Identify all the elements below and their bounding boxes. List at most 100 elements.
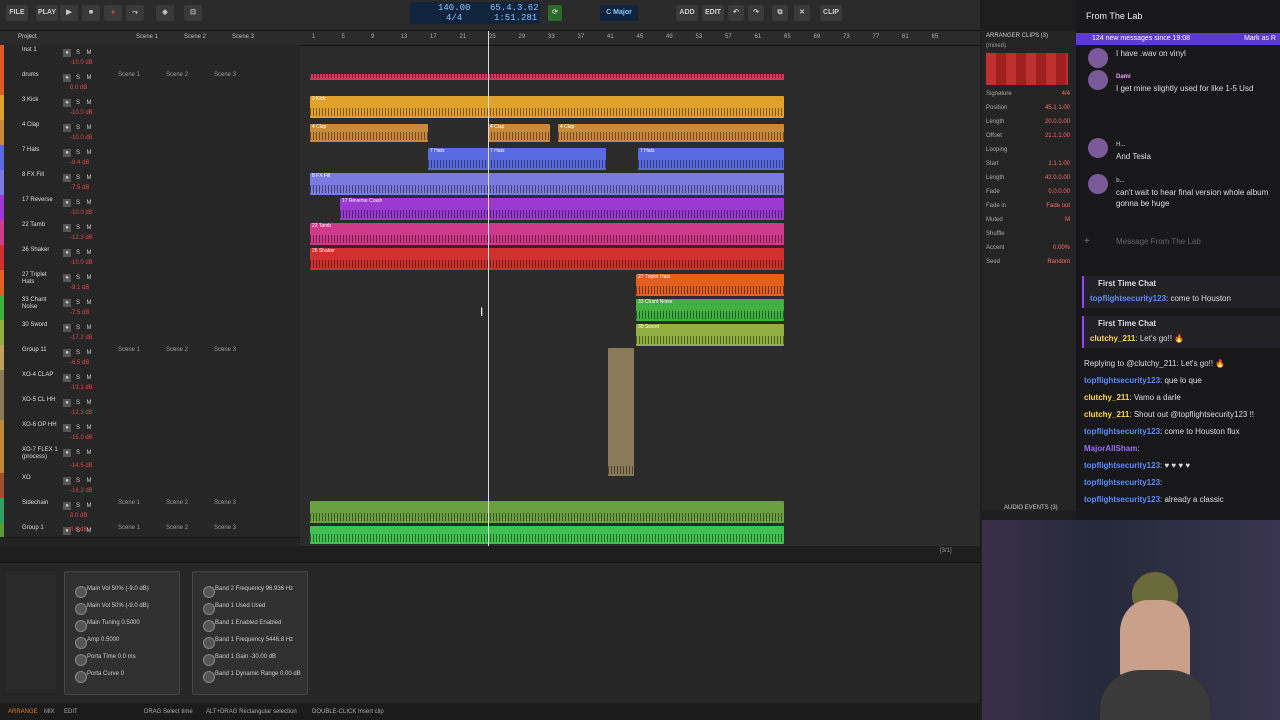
- mute-button[interactable]: ●: [63, 149, 71, 157]
- color-palette[interactable]: [986, 53, 1068, 85]
- pro-q-device[interactable]: Band 2 Frequency 96.936 Hz Band 1 Used Us…: [192, 571, 308, 695]
- knob-icon[interactable]: [75, 671, 87, 683]
- edit-tab[interactable]: EDIT: [64, 709, 78, 715]
- stop-button[interactable]: ■: [82, 5, 100, 21]
- track-row[interactable]: Sidechain ● S M 0.0 dB Scene 1 Scene 2 Scene…: [0, 498, 300, 524]
- track-volume[interactable]: -7.5 dB: [70, 310, 89, 316]
- solo-button[interactable]: S: [74, 99, 82, 107]
- inspector-row[interactable]: Fade 0.0.0.00: [986, 189, 1072, 195]
- knob-icon[interactable]: [203, 620, 215, 632]
- arm-button[interactable]: M: [85, 99, 93, 107]
- device-parameter[interactable]: Band 1 Gain -30.00 dB: [203, 654, 303, 668]
- track-name[interactable]: 33 Chant Noise: [22, 297, 58, 311]
- tempo-value[interactable]: 140.00: [438, 3, 470, 13]
- scene-slot-3[interactable]: Scene 3: [214, 500, 262, 506]
- track-volume[interactable]: -16.2 dB: [70, 488, 93, 494]
- track-row[interactable]: 26 Shaker ● S M -10.0 dB: [0, 245, 300, 271]
- scene-slot-1[interactable]: Scene 1: [118, 347, 166, 353]
- arm-button[interactable]: M: [85, 49, 93, 57]
- inspector-row[interactable]: Signature 4/4: [986, 91, 1072, 97]
- inspector-row[interactable]: Looping: [986, 147, 1072, 153]
- solo-button[interactable]: S: [74, 299, 82, 307]
- automation-icon[interactable]: ⤳: [126, 5, 144, 21]
- arm-button[interactable]: M: [85, 449, 93, 457]
- track-row[interactable]: 17 Reverse ● S M -10.0 dB: [0, 195, 300, 221]
- mute-button[interactable]: ●: [63, 424, 71, 432]
- knob-icon[interactable]: [75, 620, 87, 632]
- mute-button[interactable]: ●: [63, 49, 71, 57]
- mute-button[interactable]: ●: [63, 299, 71, 307]
- arm-button[interactable]: M: [85, 199, 93, 207]
- plus-icon[interactable]: +: [1084, 236, 1090, 247]
- transport-display[interactable]: 140.00 4/4 65.4.3.62 1:51.281: [410, 2, 540, 24]
- inspector-row[interactable]: Position 45.1.1.00: [986, 105, 1072, 111]
- solo-button[interactable]: S: [74, 49, 82, 57]
- track-name[interactable]: 4 Clap: [22, 122, 58, 129]
- mute-button[interactable]: ●: [63, 502, 71, 510]
- inspector-row[interactable]: Shuffle: [986, 231, 1072, 237]
- arm-button[interactable]: M: [85, 274, 93, 282]
- knob-icon[interactable]: [75, 603, 87, 615]
- track-name[interactable]: Inst 1: [22, 47, 58, 54]
- arm-button[interactable]: M: [85, 74, 93, 82]
- inspector-row[interactable]: Offset 21.1.1.00: [986, 133, 1072, 139]
- overdub-icon[interactable]: ⊡: [184, 5, 202, 21]
- knob-icon[interactable]: [203, 637, 215, 649]
- mute-button[interactable]: ●: [63, 374, 71, 382]
- scene-slot-2[interactable]: Scene 2: [166, 500, 214, 506]
- knob-icon[interactable]: [203, 603, 215, 615]
- track-name[interactable]: Sidechain: [22, 500, 58, 507]
- clip[interactable]: [310, 501, 784, 523]
- arm-button[interactable]: M: [85, 224, 93, 232]
- track-name[interactable]: XO-7 FLEX 1 (process): [22, 447, 58, 461]
- arm-button[interactable]: M: [85, 349, 93, 357]
- clip[interactable]: [608, 348, 634, 476]
- mute-button[interactable]: ●: [63, 74, 71, 82]
- mute-button[interactable]: ●: [63, 224, 71, 232]
- arm-button[interactable]: M: [85, 424, 93, 432]
- track-row[interactable]: 30 Sword ● S M -17.2 dB: [0, 320, 300, 346]
- mute-button[interactable]: ●: [63, 349, 71, 357]
- track-volume[interactable]: -13.1 dB: [70, 385, 93, 391]
- inspector-row[interactable]: Muted M: [986, 217, 1072, 223]
- track-volume[interactable]: -14.5 dB: [70, 463, 93, 469]
- device-parameter[interactable]: Amp 0.5000: [75, 637, 175, 651]
- clip[interactable]: 22 Tamb: [310, 223, 784, 245]
- mute-button[interactable]: ●: [63, 199, 71, 207]
- track-volume[interactable]: -10.0 dB: [70, 110, 93, 116]
- track-row[interactable]: Inst 1 ● S M -10.0 dB: [0, 45, 300, 71]
- mark-as-read-link[interactable]: Mark as R: [1244, 35, 1276, 42]
- redo-icon[interactable]: ↷: [748, 5, 764, 21]
- clip[interactable]: 7 Hats: [638, 148, 784, 170]
- device-parameter[interactable]: Main Vol 50% (-9.0 dB): [75, 586, 175, 600]
- new-messages-banner[interactable]: 124 new messages since 19:08 Mark as R: [1076, 33, 1280, 45]
- arm-button[interactable]: M: [85, 124, 93, 132]
- solo-button[interactable]: S: [74, 274, 82, 282]
- track-name[interactable]: 30 Sword: [22, 322, 58, 329]
- clip[interactable]: 30 Sword: [636, 324, 784, 346]
- track-volume[interactable]: 0.0 dB: [70, 513, 87, 519]
- track-row[interactable]: XO-6 OP HH ● S M -15.0 dB: [0, 420, 300, 446]
- chat-message-input[interactable]: + Message From The Lab: [1084, 234, 1274, 250]
- knob-icon[interactable]: [203, 654, 215, 666]
- arm-button[interactable]: M: [85, 324, 93, 332]
- solo-button[interactable]: S: [74, 374, 82, 382]
- device-parameter[interactable]: Band 2 Frequency 96.936 Hz: [203, 586, 303, 600]
- scene-slot-3[interactable]: Scene 3: [214, 525, 262, 531]
- track-name[interactable]: 7 Hats: [22, 147, 58, 154]
- track-volume[interactable]: -8.4 dB: [70, 160, 89, 166]
- track-volume[interactable]: -12.3 dB: [70, 410, 93, 416]
- solo-button[interactable]: S: [74, 399, 82, 407]
- knob-icon[interactable]: [203, 671, 215, 683]
- track-row[interactable]: 8 FX Fill ● S M -7.5 dB: [0, 170, 300, 196]
- add-button[interactable]: ADD: [676, 5, 698, 21]
- knob-icon[interactable]: [75, 654, 87, 666]
- track-name[interactable]: Group 1: [22, 525, 58, 532]
- metronome-icon[interactable]: ◈: [156, 5, 174, 21]
- mute-button[interactable]: ●: [63, 99, 71, 107]
- mute-button[interactable]: ●: [63, 249, 71, 257]
- track-volume[interactable]: -10.0 dB: [70, 60, 93, 66]
- mute-button[interactable]: ●: [63, 477, 71, 485]
- solo-button[interactable]: S: [74, 174, 82, 182]
- solo-button[interactable]: S: [74, 324, 82, 332]
